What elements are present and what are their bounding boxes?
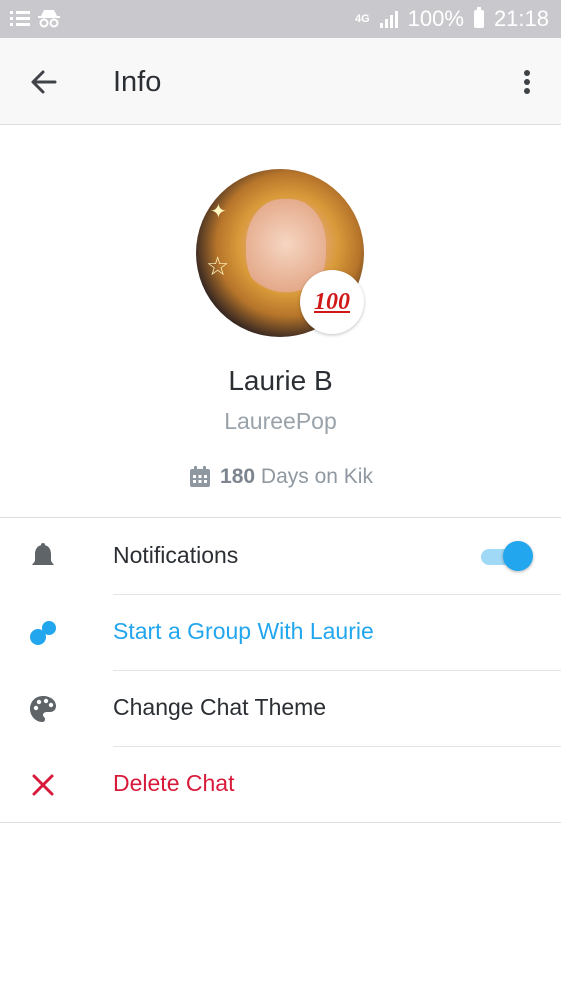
options-menu: Notifications Start a Group With Laurie …: [0, 517, 561, 823]
page-title: Info: [113, 66, 162, 98]
clock: 21:18: [493, 6, 549, 31]
days-on-kik: 180 Days on Kik: [0, 465, 561, 489]
delete-chat-label: Delete Chat: [113, 770, 235, 796]
toggle-knob: [503, 541, 533, 571]
more-vertical-icon: [524, 70, 530, 94]
profile-section: ☆ ✦ 100 Laurie B LaureePop 180 Days on K…: [0, 125, 561, 517]
app-bar: Info: [0, 38, 561, 125]
battery-percent: 100%: [407, 6, 464, 31]
notifications-row[interactable]: Notifications: [0, 518, 561, 594]
list-icon: [10, 11, 30, 26]
start-group-label: Start a Group With Laurie: [113, 618, 374, 644]
delete-chat-row[interactable]: Delete Chat: [0, 746, 561, 822]
back-button[interactable]: [26, 64, 62, 100]
star-icon: ☆: [206, 251, 230, 281]
display-name: Laurie B: [228, 365, 333, 396]
start-group-row[interactable]: Start a Group With Laurie: [0, 594, 561, 670]
group-icon: [30, 621, 56, 645]
change-theme-row[interactable]: Change Chat Theme: [0, 670, 561, 746]
days-count: 180: [220, 465, 256, 488]
calendar-icon: [190, 466, 211, 487]
notifications-toggle[interactable]: [479, 540, 533, 572]
bell-icon: [32, 543, 54, 565]
username: LaureePop: [224, 408, 337, 434]
network-type: 4G: [354, 13, 370, 25]
incognito-icon: [38, 10, 60, 28]
palette-icon: [30, 696, 56, 722]
more-options-button[interactable]: [503, 64, 539, 100]
signal-icon: [379, 11, 398, 28]
badge-label: 100: [314, 288, 350, 315]
close-icon: [32, 774, 54, 796]
notifications-label: Notifications: [113, 542, 239, 568]
change-theme-label: Change Chat Theme: [113, 694, 327, 720]
arrow-left-icon: [31, 70, 57, 94]
battery-icon: [473, 7, 484, 28]
avatar-badge: 100: [300, 270, 364, 334]
days-label: Days on Kik: [260, 465, 373, 488]
sparkle-icon: ✦: [210, 201, 227, 223]
status-bar: 4G 100% 21:18: [0, 0, 561, 38]
